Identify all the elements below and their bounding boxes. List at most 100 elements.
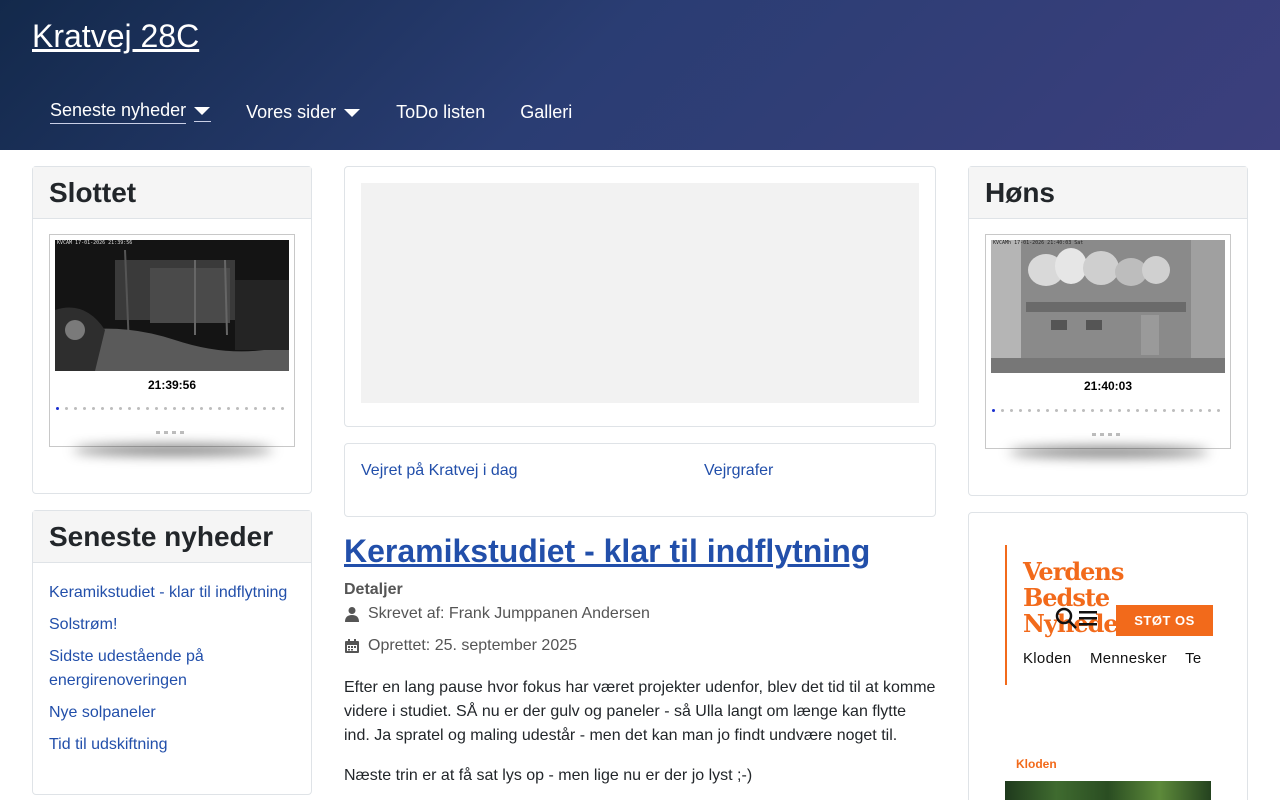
carousel-dot[interactable] bbox=[1037, 409, 1040, 412]
nav-item-galleri[interactable]: Galleri bbox=[520, 102, 572, 123]
news-link[interactable]: Sidste udestående på energirenoveringen bbox=[49, 645, 299, 693]
carousel-dot[interactable] bbox=[56, 407, 59, 410]
weather-today-link[interactable]: Vejret på Kratvej i dag bbox=[361, 462, 518, 480]
carousel-dot[interactable] bbox=[180, 431, 184, 434]
carousel-dot[interactable] bbox=[1217, 409, 1220, 412]
carousel-dot[interactable] bbox=[173, 407, 176, 410]
search-icon[interactable] bbox=[1055, 607, 1077, 629]
embed-placeholder bbox=[361, 183, 919, 403]
camera-image[interactable]: KVCAM 17-01-2026 21:39:56 bbox=[55, 240, 289, 371]
site-title-link[interactable]: Kratvej 28C bbox=[32, 18, 199, 55]
carousel-dot[interactable] bbox=[236, 407, 239, 410]
carousel-dot[interactable] bbox=[1055, 409, 1058, 412]
carousel-dot[interactable] bbox=[1127, 409, 1130, 412]
carousel-dot[interactable] bbox=[155, 407, 158, 410]
carousel-dot[interactable] bbox=[1154, 409, 1157, 412]
carousel-dot[interactable] bbox=[1181, 409, 1184, 412]
carousel-dot[interactable] bbox=[83, 407, 86, 410]
camera-widget[interactable]: KVCAM 17-01-2026 21:39:56 21:39:56 bbox=[49, 234, 295, 447]
carousel-dot[interactable] bbox=[1116, 433, 1120, 436]
carousel-dot[interactable] bbox=[227, 407, 230, 410]
carousel-dot[interactable] bbox=[1073, 409, 1076, 412]
ad-section-label[interactable]: Kloden bbox=[1016, 757, 1057, 771]
carousel-dot[interactable] bbox=[254, 407, 257, 410]
article-details-label: Detaljer bbox=[344, 581, 403, 598]
camera-timestamp: 21:39:56 bbox=[147, 378, 197, 392]
carousel-dot[interactable] bbox=[182, 407, 185, 410]
carousel-dot[interactable] bbox=[172, 431, 176, 434]
article-paragraph: Næste trin er at få sat lys op - men lig… bbox=[344, 767, 753, 784]
carousel-dot[interactable] bbox=[1010, 409, 1013, 412]
carousel-dot[interactable] bbox=[1100, 433, 1104, 436]
carousel-dot[interactable] bbox=[1046, 409, 1049, 412]
carousel-dot[interactable] bbox=[1190, 409, 1193, 412]
ad-banner[interactable]: Verdens Bedste Nyheder STØT OS Kloden Me… bbox=[1005, 545, 1235, 685]
carousel-dot[interactable] bbox=[110, 407, 113, 410]
carousel-dots-secondary[interactable] bbox=[156, 431, 188, 434]
author-text: Skrevet af: Frank Jumppanen Andersen bbox=[368, 605, 650, 622]
carousel-dot[interactable] bbox=[156, 431, 160, 434]
carousel-dot[interactable] bbox=[245, 407, 248, 410]
carousel-dot[interactable] bbox=[137, 407, 140, 410]
carousel-dot[interactable] bbox=[209, 407, 212, 410]
carousel-dot[interactable] bbox=[1091, 409, 1094, 412]
carousel-dot[interactable] bbox=[1108, 433, 1112, 436]
carousel-dot[interactable] bbox=[74, 407, 77, 410]
carousel-dot[interactable] bbox=[1136, 409, 1139, 412]
weather-graphs-link[interactable]: Vejrgrafer bbox=[704, 462, 773, 480]
carousel-dot[interactable] bbox=[128, 407, 131, 410]
carousel-dot[interactable] bbox=[1092, 433, 1096, 436]
carousel-dot[interactable] bbox=[65, 407, 68, 410]
carousel-dot[interactable] bbox=[1019, 409, 1022, 412]
nav-item-seneste-nyheder[interactable]: Seneste nyheder bbox=[50, 100, 212, 124]
latest-news-card: Seneste nyheder Keramikstudiet - klar ti… bbox=[32, 510, 312, 795]
camera-widget[interactable]: KVCAMh 17-01-2026 21:40:03 Sat 21:40:03 bbox=[985, 234, 1231, 449]
carousel-dots[interactable] bbox=[992, 409, 1226, 412]
ad-nav[interactable]: Kloden Mennesker Te bbox=[1023, 650, 1202, 667]
slottet-card: Slottet KVCAM 17-01-2026 21:39:56 21:39:… bbox=[32, 166, 312, 494]
nav-item-todo-listen[interactable]: ToDo listen bbox=[396, 102, 485, 123]
carousel-dot[interactable] bbox=[1163, 409, 1166, 412]
carousel-dot[interactable] bbox=[1064, 409, 1067, 412]
menu-icon[interactable] bbox=[1077, 609, 1099, 627]
carousel-dot[interactable] bbox=[281, 407, 284, 410]
carousel-dot[interactable] bbox=[1001, 409, 1004, 412]
news-link[interactable]: Nye solpaneler bbox=[49, 701, 299, 725]
carousel-dot[interactable] bbox=[1199, 409, 1202, 412]
carousel-dots[interactable] bbox=[56, 407, 290, 410]
ad-section-image[interactable] bbox=[1005, 781, 1211, 800]
carousel-dot[interactable] bbox=[164, 407, 167, 410]
carousel-dot[interactable] bbox=[191, 407, 194, 410]
chevron-down-icon[interactable] bbox=[344, 104, 361, 121]
carousel-dot[interactable] bbox=[1100, 409, 1103, 412]
carousel-dot[interactable] bbox=[218, 407, 221, 410]
carousel-dot[interactable] bbox=[1208, 409, 1211, 412]
carousel-dots-secondary[interactable] bbox=[1092, 433, 1124, 436]
carousel-dot[interactable] bbox=[146, 407, 149, 410]
carousel-dot[interactable] bbox=[1172, 409, 1175, 412]
carousel-dot[interactable] bbox=[92, 407, 95, 410]
camera-stamp: KVCAM 17-01-2026 21:39:56 bbox=[57, 240, 133, 246]
camera-timestamp: 21:40:03 bbox=[1083, 379, 1133, 393]
carousel-dot[interactable] bbox=[101, 407, 104, 410]
carousel-dot[interactable] bbox=[992, 409, 995, 412]
carousel-dot[interactable] bbox=[272, 407, 275, 410]
chevron-down-icon[interactable] bbox=[194, 102, 212, 122]
news-link[interactable]: Tid til udskiftning bbox=[49, 733, 299, 757]
main-nav: Seneste nyheder Vores sider ToDo listen … bbox=[32, 96, 607, 128]
carousel-dot[interactable] bbox=[119, 407, 122, 410]
carousel-dot[interactable] bbox=[1118, 409, 1121, 412]
support-button[interactable]: STØT OS bbox=[1116, 605, 1213, 636]
nav-item-vores-sider[interactable]: Vores sider bbox=[246, 102, 361, 123]
carousel-dot[interactable] bbox=[1028, 409, 1031, 412]
carousel-dot[interactable] bbox=[1082, 409, 1085, 412]
carousel-dot[interactable] bbox=[164, 431, 168, 434]
article-title-link[interactable]: Keramikstudiet - klar til indflytning bbox=[344, 533, 870, 570]
carousel-dot[interactable] bbox=[263, 407, 266, 410]
news-link[interactable]: Keramikstudiet - klar til indflytning bbox=[49, 581, 299, 605]
carousel-dot[interactable] bbox=[200, 407, 203, 410]
camera-image[interactable]: KVCAMh 17-01-2026 21:40:03 Sat bbox=[991, 240, 1225, 373]
carousel-dot[interactable] bbox=[1109, 409, 1112, 412]
carousel-dot[interactable] bbox=[1145, 409, 1148, 412]
news-link[interactable]: Solstrøm! bbox=[49, 613, 299, 637]
